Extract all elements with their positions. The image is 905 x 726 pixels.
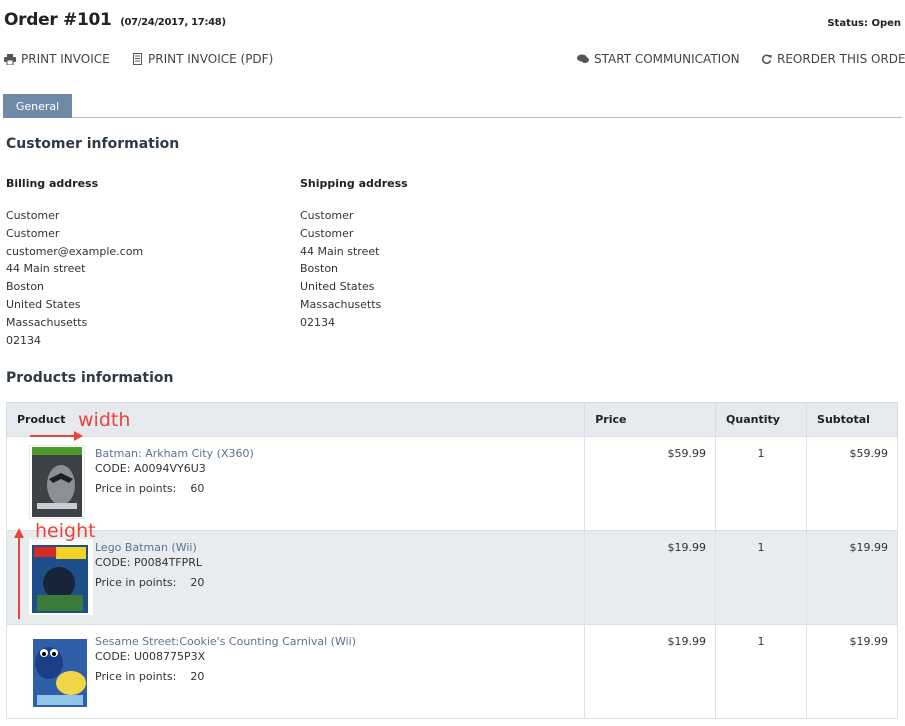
subtotal-cell: $59.99 (806, 436, 898, 531)
reorder-label: REORDER THIS ORDER (777, 52, 905, 66)
table-row: Batman: Arkham City (X360) CODE: A0094VY… (5, 436, 898, 531)
customer-information-title: Customer information (6, 136, 180, 152)
product-cell: Lego Batman (Wii) CODE: P0084TFPRL Price… (5, 530, 586, 625)
status-badge: Status: Open (827, 18, 901, 29)
table-header-row: Product Price Quantity Subtotal (5, 402, 898, 437)
billing-line: Customer (6, 226, 60, 240)
product-image[interactable] (29, 633, 93, 709)
shipping-line: Customer (300, 209, 354, 222)
product-image[interactable] (28, 444, 93, 521)
product-code: CODE: A0094VY6U3 (95, 462, 206, 475)
points-value: 20 (190, 670, 205, 683)
chat-bubbles-icon (577, 53, 589, 65)
shipping-line: 02134 (300, 315, 335, 329)
quantity-cell: 1 (715, 624, 808, 719)
page-title: Order #101 (07/24/2017, 17:48) (4, 10, 901, 30)
quantity-cell: 1 (715, 530, 808, 625)
billing-line: United States (6, 297, 81, 311)
start-communication-label: START COMMUNICATION (594, 52, 740, 66)
start-communication-button[interactable]: START COMMUNICATION (577, 52, 740, 66)
print-invoice-pdf-button[interactable]: PRINT INVOICE (PDF) (131, 52, 273, 66)
points-value: 20 (190, 576, 205, 589)
order-date: (07/24/2017, 17:48) (120, 17, 226, 28)
table-row: Lego Batman (Wii) CODE: P0084TFPRL Price… (5, 530, 898, 625)
billing-address: Billing address Customer Customer custom… (6, 177, 143, 349)
status-value: Open (871, 18, 901, 29)
price-cell: $59.99 (584, 436, 717, 531)
billing-line: Customer (6, 209, 60, 222)
product-image[interactable] (29, 539, 93, 615)
column-header-subtotal: Subtotal (806, 402, 898, 437)
product-cell: Sesame Street:Cookie's Counting Carnival… (5, 624, 586, 719)
points-label: Price in points: (95, 670, 177, 683)
points-label: Price in points: (95, 482, 177, 495)
billing-line: Massachusetts (6, 315, 88, 329)
product-points: Price in points: 20 (95, 670, 584, 683)
points-label: Price in points: (95, 576, 177, 589)
points-value: 60 (190, 482, 205, 495)
tab-bar: General (3, 94, 902, 118)
price-cell: $19.99 (584, 624, 717, 719)
shipping-line: Massachusetts (300, 297, 382, 311)
subtotal-cell: $19.99 (806, 624, 898, 719)
billing-line: customer@example.com (6, 244, 144, 258)
column-header-quantity: Quantity (715, 402, 808, 437)
billing-line: 02134 (6, 333, 41, 347)
product-code: CODE: P0084TFPRL (95, 556, 203, 569)
billing-address-heading: Billing address (6, 177, 99, 190)
product-name-link[interactable]: Lego Batman (Wii) (95, 541, 584, 554)
print-invoice-button[interactable]: PRINT INVOICE (4, 52, 110, 66)
shipping-line: Boston (300, 262, 339, 276)
quantity-cell: 1 (715, 436, 808, 531)
table-row: Sesame Street:Cookie's Counting Carnival… (5, 624, 898, 719)
shipping-line: 44 Main street (300, 244, 380, 258)
document-icon (131, 53, 143, 65)
reorder-button[interactable]: REORDER THIS ORDER (760, 52, 905, 66)
product-points: Price in points: 60 (95, 482, 584, 495)
tab-general[interactable]: General (3, 94, 72, 118)
price-cell: $19.99 (584, 530, 717, 625)
print-invoice-pdf-label: PRINT INVOICE (PDF) (148, 52, 274, 66)
refresh-icon (760, 53, 772, 65)
print-invoice-label: PRINT INVOICE (21, 52, 110, 66)
height-annotation-label: height (35, 520, 96, 542)
product-cell: Batman: Arkham City (X360) CODE: A0094VY… (5, 436, 586, 531)
products-table: Product Price Quantity Subtotal Batman: … (5, 402, 898, 719)
width-arrow-icon (30, 431, 83, 441)
height-arrow-icon (14, 528, 24, 619)
product-points: Price in points: 20 (95, 576, 584, 589)
column-header-price: Price (584, 402, 717, 437)
printer-icon (4, 53, 16, 65)
status-label: Status: (827, 18, 868, 29)
shipping-line: United States (300, 280, 375, 294)
order-header: Order #101 (07/24/2017, 17:48) Status: O… (4, 10, 901, 34)
subtotal-cell: $19.99 (806, 530, 898, 625)
product-name-link[interactable]: Sesame Street:Cookie's Counting Carnival… (95, 635, 584, 648)
products-information-title: Products information (6, 370, 174, 386)
shipping-address-heading: Shipping address (300, 177, 408, 190)
product-code: CODE: U008775P3X (95, 650, 206, 663)
shipping-address: Shipping address Customer Customer 44 Ma… (300, 177, 408, 332)
shipping-line: Customer (300, 226, 354, 240)
order-number: Order #101 (4, 10, 112, 30)
billing-line: 44 Main street (6, 262, 86, 276)
billing-line: Boston (6, 280, 45, 294)
width-annotation-label: width (78, 409, 131, 431)
product-name-link[interactable]: Batman: Arkham City (X360) (95, 447, 584, 460)
order-actions: PRINT INVOICE PRINT INVOICE (PDF) START … (4, 52, 905, 68)
